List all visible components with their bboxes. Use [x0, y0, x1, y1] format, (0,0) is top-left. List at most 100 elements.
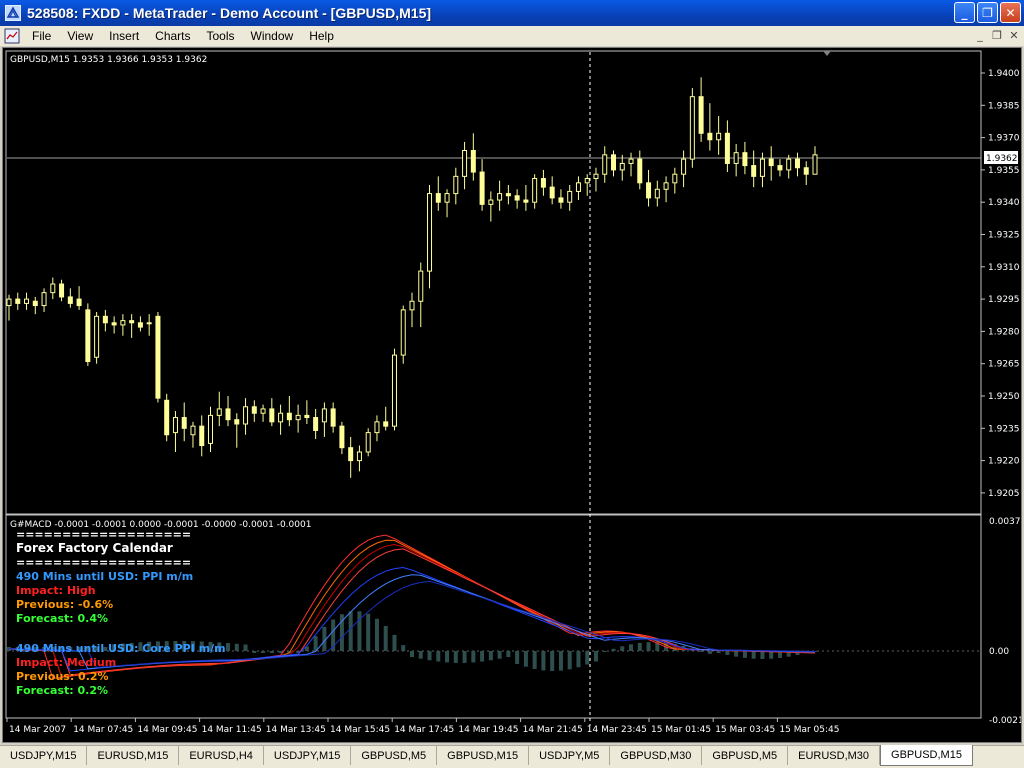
- candle-body: [111, 322, 117, 326]
- histogram-bar: [252, 651, 257, 653]
- candle: [216, 391, 222, 427]
- calendar-title: Forex Factory Calendar: [16, 541, 173, 555]
- candle-body: [251, 406, 257, 414]
- candle: [76, 286, 82, 310]
- candle: [374, 415, 380, 442]
- chart-tab[interactable]: USDJPY,M15: [264, 746, 352, 765]
- chart-tab[interactable]: EURUSD,H4: [179, 746, 264, 765]
- chart-tab[interactable]: GBPUSD,M5: [351, 746, 438, 765]
- candle: [637, 150, 643, 190]
- candle-body: [67, 296, 73, 304]
- candle-body: [593, 173, 599, 180]
- candle-body: [164, 399, 170, 436]
- maximize-button[interactable]: ❐: [977, 2, 998, 23]
- candle: [558, 189, 564, 209]
- chart-tab-bar: USDJPY,M15 EURUSD,M15 EURUSD,H4 USDJPY,M15 G…: [0, 745, 1024, 768]
- histogram-bar: [707, 651, 712, 654]
- price-tick-label: 1.9205: [988, 489, 1020, 499]
- candle: [181, 402, 187, 442]
- candle-body: [304, 414, 310, 419]
- histogram-bar: [558, 651, 563, 671]
- candle-body: [462, 150, 468, 177]
- chart-canvas[interactable]: 1.9362 GBPUSD,M15 1.9353 1.9366 1.9353 1…: [3, 48, 1024, 742]
- histogram-bar: [445, 651, 450, 663]
- chart-shift-marker-icon[interactable]: [823, 51, 831, 56]
- candle: [777, 159, 783, 177]
- time-tick-label: 15 Mar 01:45: [651, 725, 711, 735]
- candle: [59, 279, 65, 302]
- histogram-bar: [348, 611, 353, 651]
- candle: [67, 288, 73, 308]
- histogram-bar: [313, 636, 318, 651]
- menu-view[interactable]: View: [59, 29, 101, 43]
- chart-tab[interactable]: GBPUSD,M30: [610, 746, 703, 765]
- candle: [208, 406, 213, 452]
- indicator-tick-bottom: -0.0021: [989, 716, 1021, 726]
- candle-body: [6, 298, 12, 307]
- histogram-bar: [576, 651, 581, 668]
- chart-minimize-button[interactable]: _: [972, 28, 988, 43]
- chart-tab[interactable]: EURUSD,M30: [788, 746, 881, 765]
- chart-tab[interactable]: GBPUSD,M15: [437, 746, 530, 765]
- metatrader-app-icon: [5, 5, 21, 21]
- candle: [611, 150, 616, 177]
- candle: [733, 144, 739, 177]
- price-tick-label: 1.9265: [988, 360, 1020, 370]
- candle-body: [759, 158, 765, 177]
- histogram-bar: [760, 651, 765, 659]
- title-bar[interactable]: 528508: FXDD - MetaTrader - Demo Account…: [0, 0, 1024, 26]
- candle: [383, 406, 389, 431]
- chart-tab[interactable]: USDJPY,M15: [0, 746, 88, 765]
- candle: [32, 296, 38, 315]
- candle: [575, 176, 581, 201]
- chart-tab[interactable]: GBPUSD,M5: [702, 746, 789, 765]
- chart-tab[interactable]: GBPUSD,M15: [880, 745, 973, 766]
- event1-previous: Previous: -0.6%: [16, 598, 113, 611]
- candle-body: [698, 96, 704, 134]
- current-price-label: 1.9362: [986, 154, 1018, 164]
- time-tick-label: 15 Mar 03:45: [715, 725, 775, 735]
- histogram-bar: [699, 650, 704, 652]
- chart-restore-button[interactable]: ❐: [989, 28, 1005, 43]
- close-button[interactable]: ✕: [1000, 2, 1021, 23]
- candle-body: [348, 447, 354, 462]
- chart-close-button[interactable]: ✕: [1006, 28, 1022, 43]
- histogram-bar: [401, 645, 406, 651]
- candle-body: [646, 182, 652, 199]
- calendar-separator-top: ===================: [16, 528, 191, 541]
- candle-body: [812, 154, 818, 175]
- candle: [567, 184, 573, 211]
- histogram-bar: [374, 618, 379, 651]
- candle: [803, 161, 809, 185]
- candle-body: [383, 421, 389, 427]
- candle-body: [444, 193, 450, 203]
- chart-tab[interactable]: USDJPY,M5: [529, 746, 611, 765]
- minimize-button[interactable]: _: [954, 2, 975, 23]
- candle-body: [181, 417, 187, 429]
- histogram-bar: [366, 613, 371, 651]
- menu-window[interactable]: Window: [243, 29, 302, 43]
- candle-body: [602, 154, 608, 175]
- chart-window[interactable]: 1.9362 GBPUSD,M15 1.9353 1.9366 1.9353 1…: [2, 47, 1024, 743]
- price-tick-label: 1.9220: [988, 457, 1020, 467]
- menu-bar: File View Insert Charts Tools Window Hel…: [0, 26, 1024, 46]
- candle: [689, 88, 695, 168]
- menu-help[interactable]: Help: [301, 29, 342, 43]
- candle: [497, 180, 503, 211]
- histogram-bar: [488, 651, 493, 661]
- menu-charts[interactable]: Charts: [147, 29, 198, 43]
- candle-body: [689, 96, 695, 160]
- time-axis: 14 Mar 2007 14 Mar 07:45 14 Mar 09:45 14 Ma…: [6, 718, 839, 735]
- histogram-bar: [602, 651, 607, 652]
- candle-body: [751, 165, 757, 177]
- candle-body: [558, 197, 564, 203]
- menu-insert[interactable]: Insert: [101, 29, 147, 43]
- menu-file[interactable]: File: [24, 29, 59, 43]
- candle-body: [76, 298, 82, 307]
- candle: [199, 415, 205, 457]
- menu-tools[interactable]: Tools: [199, 29, 243, 43]
- candle-body: [243, 406, 249, 425]
- chart-tab[interactable]: EURUSD,M15: [87, 746, 180, 765]
- chart-document-icon[interactable]: [4, 28, 20, 44]
- price-tick-label: 1.9370: [988, 134, 1020, 144]
